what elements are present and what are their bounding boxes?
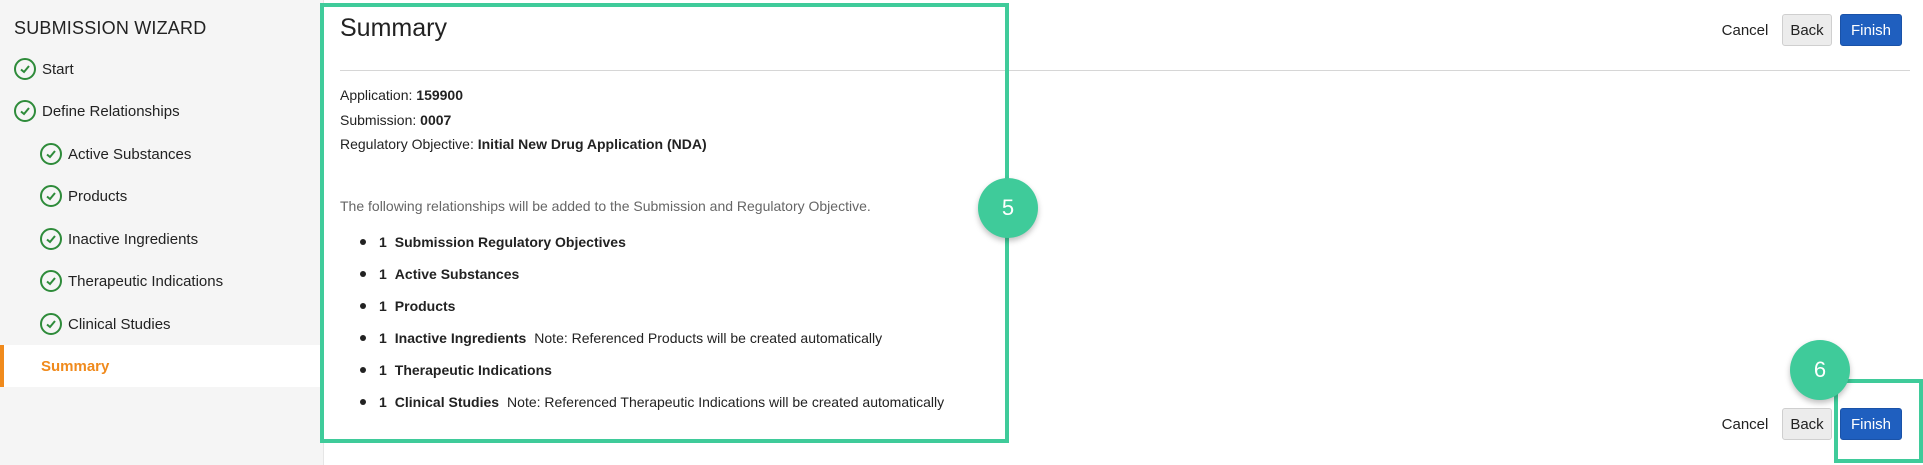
regulatory-objective-label: Regulatory Objective: xyxy=(340,136,474,152)
step-badge-6: 6 xyxy=(1790,340,1850,400)
page-title: Summary xyxy=(340,14,447,42)
relationship-label: Products xyxy=(394,298,456,314)
regulatory-objective-value: Initial New Drug Application (NDA) xyxy=(477,136,707,152)
check-circle-icon xyxy=(40,313,62,335)
relationship-count: 1 xyxy=(379,362,387,378)
relationship-label: Active Substances xyxy=(394,266,520,282)
list-item: 1 Inactive Ingredients Note: Referenced … xyxy=(355,322,944,354)
check-circle-icon xyxy=(40,185,62,207)
wizard-sidebar: SUBMISSION WIZARD Start Define Relations… xyxy=(0,0,324,465)
regulatory-objective-info: Regulatory Objective: Initial New Drug A… xyxy=(340,136,707,152)
step-label: Therapeutic Indications xyxy=(68,272,224,290)
check-circle-icon xyxy=(40,143,62,165)
relationship-count: 1 xyxy=(379,394,387,410)
check-circle-icon xyxy=(40,228,62,250)
step-define-relationships[interactable]: Define Relationships xyxy=(0,90,324,132)
relationship-label: Submission Regulatory Objectives xyxy=(394,234,626,250)
back-button-bottom[interactable]: Back xyxy=(1782,408,1832,440)
application-info: Application: 159900 xyxy=(340,87,463,103)
check-circle-icon xyxy=(14,100,36,122)
sidebar-title: SUBMISSION WIZARD xyxy=(14,18,207,38)
step-therapeutic-indications[interactable]: Therapeutic Indications xyxy=(0,260,324,302)
list-item: 1 Therapeutic Indications xyxy=(355,354,944,386)
header-divider xyxy=(340,70,1910,71)
relationship-count: 1 xyxy=(379,330,387,346)
relationship-count: 1 xyxy=(379,266,387,282)
step-label: Clinical Studies xyxy=(68,315,171,333)
relationship-label: Clinical Studies xyxy=(394,394,500,410)
step-label: Products xyxy=(68,187,128,205)
check-circle-icon xyxy=(40,270,62,292)
relationships-list: 1 Submission Regulatory Objectives 1 Act… xyxy=(355,226,944,418)
step-summary[interactable]: Summary xyxy=(0,345,324,387)
step-label: Active Substances xyxy=(68,145,192,163)
submission-value: 0007 xyxy=(420,112,452,128)
list-item: 1 Active Substances xyxy=(355,258,944,290)
list-item: 1 Products xyxy=(355,290,944,322)
finish-button-bottom[interactable]: Finish xyxy=(1840,408,1902,440)
relationship-count: 1 xyxy=(379,298,387,314)
step-clinical-studies[interactable]: Clinical Studies xyxy=(0,303,324,345)
step-label: Summary xyxy=(41,357,110,375)
step-badge-5: 5 xyxy=(978,178,1038,238)
list-item: 1 Submission Regulatory Objectives xyxy=(355,226,944,258)
relationship-label: Inactive Ingredients xyxy=(394,330,527,346)
step-label: Inactive Ingredients xyxy=(68,230,199,248)
submission-info: Submission: 0007 xyxy=(340,112,451,128)
submission-label: Submission: xyxy=(340,112,417,128)
relationship-count: 1 xyxy=(379,234,387,250)
relationship-note: Note: Referenced Products will be create… xyxy=(534,330,883,346)
relationship-note: Note: Referenced Therapeutic Indications… xyxy=(507,394,945,410)
summary-panel: Summary Cancel Back Finish Application: … xyxy=(325,0,1923,465)
step-inactive-ingredients[interactable]: Inactive Ingredients xyxy=(0,218,324,260)
step-active-substances[interactable]: Active Substances xyxy=(0,133,324,175)
application-value: 159900 xyxy=(416,87,463,103)
check-circle-icon xyxy=(14,58,36,80)
cancel-button-top[interactable]: Cancel xyxy=(1715,14,1775,46)
back-button-top[interactable]: Back xyxy=(1782,14,1832,46)
step-products[interactable]: Products xyxy=(0,175,324,217)
cancel-button-bottom[interactable]: Cancel xyxy=(1715,408,1775,440)
application-label: Application: xyxy=(340,87,413,103)
step-label: Start xyxy=(42,60,74,78)
step-label: Define Relationships xyxy=(42,102,180,120)
list-item: 1 Clinical Studies Note: Referenced Ther… xyxy=(355,386,944,418)
relationship-label: Therapeutic Indications xyxy=(394,362,552,378)
step-start[interactable]: Start xyxy=(0,48,324,90)
finish-button-top[interactable]: Finish xyxy=(1840,14,1902,46)
relationships-intro: The following relationships will be adde… xyxy=(340,198,871,214)
